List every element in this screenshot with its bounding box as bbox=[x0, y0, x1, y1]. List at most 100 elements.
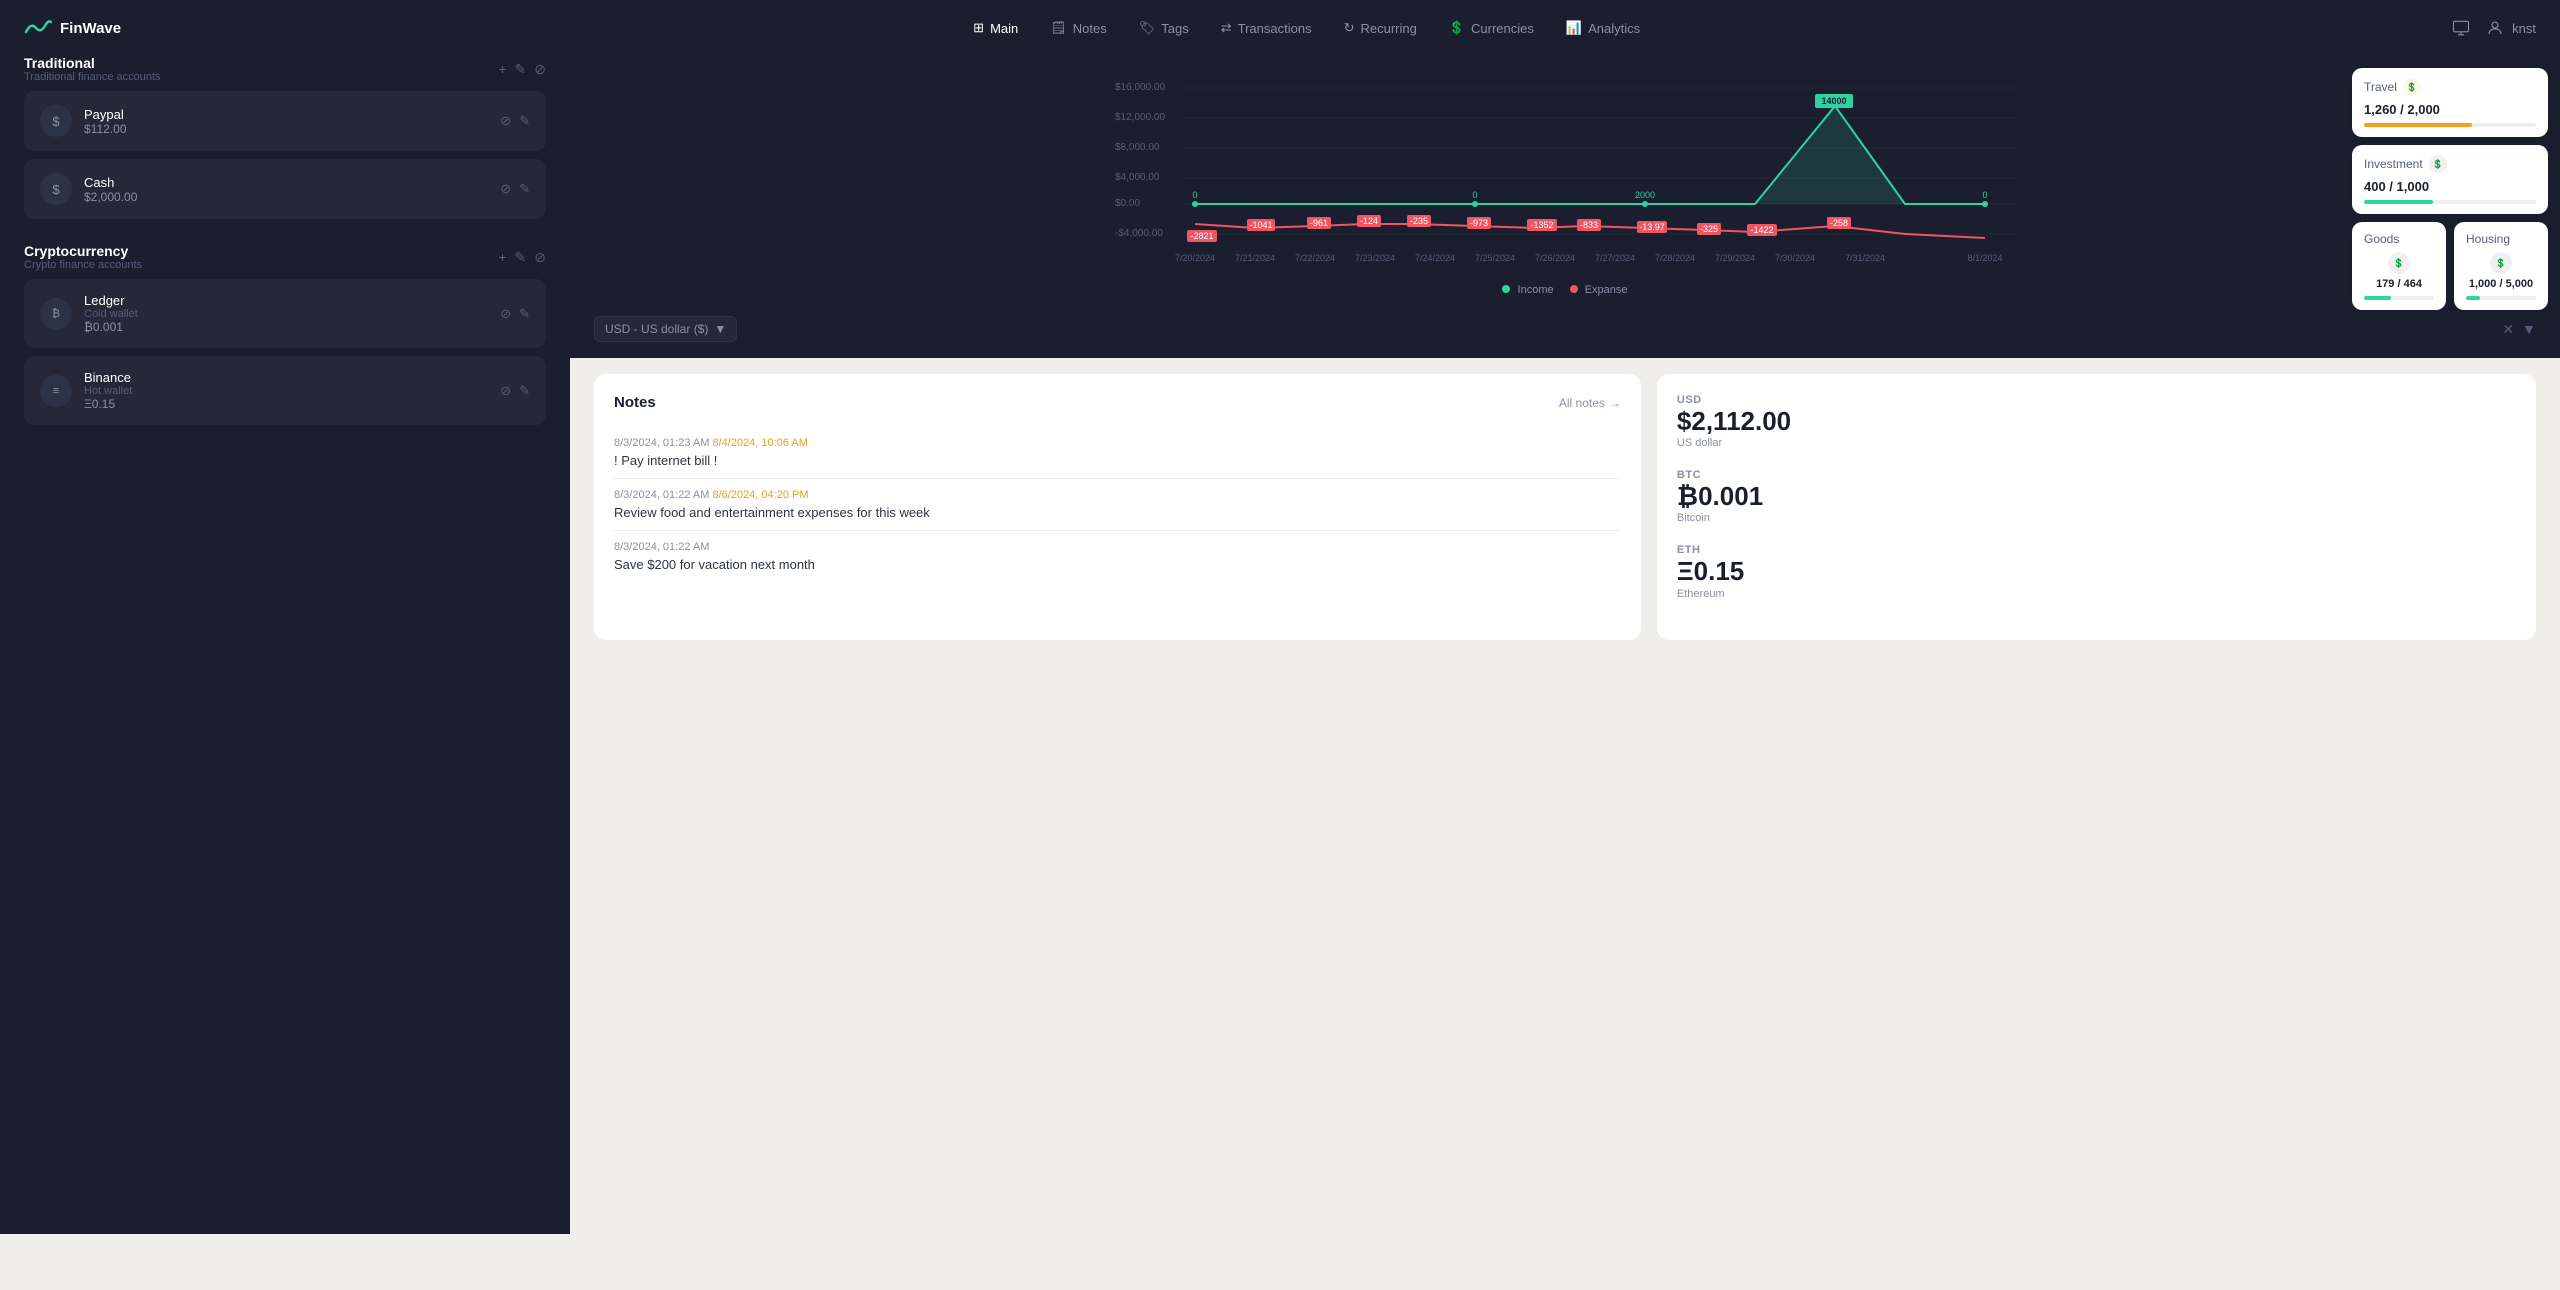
currency-select-dropdown[interactable]: USD - US dollar ($) ▼ bbox=[594, 316, 737, 342]
nav-transactions[interactable]: ⇄ Transactions bbox=[1207, 14, 1326, 42]
svg-text:-833: -833 bbox=[1580, 220, 1598, 230]
note-text-3: Save $200 for vacation next month bbox=[614, 557, 1621, 572]
budget-card-travel[interactable]: Travel 💲 1,260 / 2,000 bbox=[2352, 68, 2548, 137]
hide-traditional-group-icon[interactable]: ⊘ bbox=[534, 61, 546, 78]
currency-close-v-icon[interactable]: ▼ bbox=[2522, 321, 2536, 338]
budget-card-goods[interactable]: Goods 💲 179 / 464 bbox=[2352, 222, 2446, 310]
edit-traditional-group-icon[interactable]: ✎ bbox=[515, 61, 527, 78]
currency-selector-actions: ✕ ▼ bbox=[2502, 321, 2536, 338]
account-card-cash[interactable]: $ Cash $2,000.00 ⊘ ✎ bbox=[24, 159, 546, 219]
right-content: + New transaction 🏷 New tag 💲 New curren… bbox=[570, 0, 2560, 1234]
note-item-1[interactable]: 8/3/2024, 01:23 AM 8/4/2024, 10:06 AM ! … bbox=[614, 427, 1621, 479]
chart-svg: $16,000.00 $12,000.00 $8,000.00 $4,000.0… bbox=[594, 76, 2536, 276]
logo[interactable]: FinWave bbox=[24, 18, 121, 38]
nav-notes[interactable]: 🗒 Notes bbox=[1036, 14, 1120, 42]
light-section: Notes All notes → 8/3/2024, 01:23 AM 8/4… bbox=[570, 358, 2560, 1234]
svg-text:0: 0 bbox=[1192, 190, 1197, 200]
monitor-icon[interactable] bbox=[2452, 19, 2470, 37]
account-card-paypal[interactable]: $ Paypal $112.00 ⊘ ✎ bbox=[24, 91, 546, 151]
edit-binance-icon[interactable]: ✎ bbox=[519, 383, 530, 399]
all-notes-link[interactable]: All notes → bbox=[1559, 396, 1621, 410]
left-panel: Accounts ⓘ Traditional Traditional finan… bbox=[0, 0, 570, 1234]
nav-right: knst bbox=[2452, 19, 2536, 37]
hide-binance-icon[interactable]: ⊘ bbox=[500, 383, 511, 399]
account-group-crypto: Cryptocurrency Crypto finance accounts +… bbox=[24, 243, 546, 425]
chart-area: ↺ 🔍 👤 🏠 ⋮ $16,000.00 $12,000.00 $8,000.0… bbox=[570, 60, 2560, 308]
topnav: FinWave ⊞ Main 🗒 Notes 🏷 Tags ⇄ Transact… bbox=[0, 0, 2560, 56]
expense-legend-dot bbox=[1570, 285, 1578, 293]
svg-text:-235: -235 bbox=[1410, 216, 1428, 226]
svg-text:-2821: -2821 bbox=[1190, 231, 1213, 241]
investment-progress-fill bbox=[2364, 200, 2433, 204]
nav-recurring[interactable]: ↻ Recurring bbox=[1330, 14, 1431, 42]
goods-progress-bar bbox=[2364, 296, 2434, 300]
currency-item-btc: BTC ₿0.001 Bitcoin bbox=[1677, 469, 2516, 524]
hide-ledger-icon[interactable]: ⊘ bbox=[500, 306, 511, 322]
budget-card-housing[interactable]: Housing 💲 1,000 / 5,000 bbox=[2454, 222, 2548, 310]
svg-text:-1422: -1422 bbox=[1750, 225, 1773, 235]
svg-text:7/22/2024: 7/22/2024 bbox=[1295, 253, 1335, 263]
nav-analytics[interactable]: 📊 Analytics bbox=[1552, 14, 1654, 42]
binance-icon: ≡ bbox=[40, 375, 72, 407]
note-meta-2: 8/3/2024, 01:22 AM 8/6/2024, 04:20 PM bbox=[614, 489, 1621, 501]
account-card-binance[interactable]: ≡ Binance Hot wallet Ξ0.15 ⊘ ✎ bbox=[24, 356, 546, 425]
recurring-icon: ↻ bbox=[1344, 20, 1355, 36]
svg-text:-13.97: -13.97 bbox=[1639, 222, 1665, 232]
svg-text:$16,000.00: $16,000.00 bbox=[1115, 82, 1165, 93]
arrow-right-icon: → bbox=[1609, 396, 1621, 410]
binance-card-actions: ⊘ ✎ bbox=[500, 383, 530, 399]
svg-text:-$4,000.00: -$4,000.00 bbox=[1115, 228, 1163, 239]
chart-legend: Income Expanse bbox=[594, 284, 2536, 296]
nav-links: ⊞ Main 🗒 Notes 🏷 Tags ⇄ Transactions ↻ R… bbox=[161, 14, 2452, 42]
hide-paypal-icon[interactable]: ⊘ bbox=[500, 113, 511, 129]
hide-cash-icon[interactable]: ⊘ bbox=[500, 181, 511, 197]
notes-panel: Notes All notes → 8/3/2024, 01:23 AM 8/4… bbox=[594, 374, 1641, 640]
nav-tags[interactable]: 🏷 Tags bbox=[1125, 14, 1203, 42]
account-group-traditional: Traditional Traditional finance accounts… bbox=[24, 55, 546, 219]
edit-paypal-icon[interactable]: ✎ bbox=[519, 113, 530, 129]
budget-card-investment-header: Investment 💲 bbox=[2364, 155, 2536, 173]
nav-main[interactable]: ⊞ Main bbox=[959, 14, 1032, 42]
add-crypto-account-icon[interactable]: + bbox=[498, 249, 506, 266]
note-text-2: Review food and entertainment expenses f… bbox=[614, 505, 1621, 520]
svg-text:0: 0 bbox=[1472, 190, 1477, 200]
budget-card-investment[interactable]: Investment 💲 400 / 1,000 bbox=[2352, 145, 2548, 214]
travel-progress-fill bbox=[2364, 123, 2472, 127]
hide-crypto-group-icon[interactable]: ⊘ bbox=[534, 249, 546, 266]
income-legend: Income bbox=[1502, 284, 1553, 296]
svg-text:$0.00: $0.00 bbox=[1115, 198, 1140, 209]
svg-text:-1352: -1352 bbox=[1530, 220, 1553, 230]
ledger-card-actions: ⊘ ✎ bbox=[500, 306, 530, 322]
edit-ledger-icon[interactable]: ✎ bbox=[519, 306, 530, 322]
account-card-ledger[interactable]: ₿ Ledger Cold wallet ₿0.001 ⊘ ✎ bbox=[24, 279, 546, 348]
add-traditional-account-icon[interactable]: + bbox=[498, 61, 506, 78]
budget-cards-row: Goods 💲 179 / 464 Housing 💲 bbox=[2352, 222, 2548, 310]
svg-text:7/29/2024: 7/29/2024 bbox=[1715, 253, 1755, 263]
goods-budget-icon: 💲 bbox=[2388, 252, 2410, 274]
username: knst bbox=[2512, 21, 2536, 36]
housing-progress-fill bbox=[2466, 296, 2480, 300]
svg-text:-1041: -1041 bbox=[1249, 220, 1272, 230]
currency-item-usd: USD $2,112.00 US dollar bbox=[1677, 394, 2516, 449]
currency-close-x-icon[interactable]: ✕ bbox=[2502, 321, 2514, 338]
nav-currencies[interactable]: 💲 Currencies bbox=[1435, 14, 1548, 42]
svg-text:7/23/2024: 7/23/2024 bbox=[1355, 253, 1395, 263]
budget-card-travel-header: Travel 💲 bbox=[2364, 78, 2536, 96]
note-item-2[interactable]: 8/3/2024, 01:22 AM 8/6/2024, 04:20 PM Re… bbox=[614, 479, 1621, 531]
edit-crypto-group-icon[interactable]: ✎ bbox=[515, 249, 527, 266]
account-group-crypto-actions: + ✎ ⊘ bbox=[498, 249, 546, 266]
notes-header: Notes All notes → bbox=[614, 394, 1621, 411]
note-edit-date-2: 8/6/2024, 04:20 PM bbox=[712, 489, 808, 501]
svg-text:0: 0 bbox=[1982, 190, 1987, 200]
transactions-icon: ⇄ bbox=[1221, 20, 1232, 36]
edit-cash-icon[interactable]: ✎ bbox=[519, 181, 530, 197]
note-item-3[interactable]: 8/3/2024, 01:22 AM Save $200 for vacatio… bbox=[614, 531, 1621, 582]
svg-text:8/1/2024: 8/1/2024 bbox=[1967, 253, 2002, 263]
user-menu[interactable]: knst bbox=[2486, 19, 2536, 37]
currency-item-eth: ETH Ξ0.15 Ethereum bbox=[1677, 544, 2516, 599]
svg-text:-325: -325 bbox=[1700, 224, 1718, 234]
account-group-crypto-info: Cryptocurrency Crypto finance accounts bbox=[24, 243, 142, 271]
svg-text:7/24/2024: 7/24/2024 bbox=[1415, 253, 1455, 263]
svg-text:7/31/2024: 7/31/2024 bbox=[1845, 253, 1885, 263]
account-group-traditional-info: Traditional Traditional finance accounts bbox=[24, 55, 161, 83]
